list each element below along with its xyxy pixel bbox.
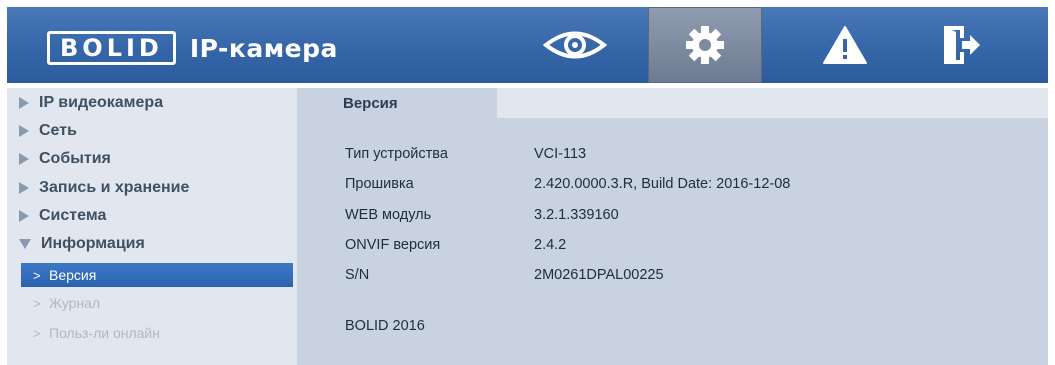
gear-icon [686, 26, 724, 64]
expand-arrow-icon [19, 125, 29, 137]
sidebar-subitem-label: Журнал [49, 295, 101, 311]
info-label: Тип устройства [345, 146, 448, 162]
sidebar: IP видеокамера Сеть События Запись и хра… [7, 88, 297, 365]
app-title: IP-камера [189, 33, 338, 63]
tab-version[interactable]: Версия [297, 88, 497, 118]
chevron-right-icon: > [33, 325, 41, 341]
tab-bar: Версия [297, 88, 1048, 118]
eye-icon [543, 31, 607, 59]
sidebar-subitem-log[interactable]: > Журнал [21, 291, 293, 315]
info-value: 3.2.1.339160 [534, 207, 619, 223]
info-label: WEB модуль [345, 207, 432, 223]
live-view-button[interactable] [525, 7, 625, 83]
sidebar-item-info[interactable]: Информация [19, 231, 145, 257]
expand-arrow-icon [19, 182, 29, 194]
chevron-right-icon: > [33, 295, 41, 311]
expand-arrow-icon [19, 97, 29, 109]
sidebar-item-label: События [39, 150, 111, 167]
sidebar-subitem-label: Версия [49, 267, 97, 283]
info-label: ONVIF версия [345, 237, 441, 253]
footer-label: BOLID 2016 [345, 318, 425, 334]
collapse-arrow-icon [19, 239, 31, 249]
warning-icon [823, 26, 867, 64]
settings-button[interactable] [648, 7, 762, 83]
chevron-right-icon: > [33, 267, 41, 283]
sidebar-item-label: Информация [41, 235, 145, 252]
top-header: BOLID IP-камера [7, 7, 1048, 83]
info-value: VCI-113 [534, 146, 587, 162]
expand-arrow-icon [19, 210, 29, 222]
info-label: S/N [345, 267, 370, 283]
expand-arrow-icon [19, 153, 29, 165]
info-label: Прошивка [345, 176, 414, 192]
sidebar-item-network[interactable]: Сеть [19, 118, 77, 144]
sidebar-item-system[interactable]: Система [19, 203, 106, 229]
main-panel: Версия Тип устройства VCI-113 Прошивка 2… [297, 88, 1048, 365]
sidebar-subitem-version[interactable]: > Версия [21, 263, 293, 287]
sidebar-item-label: IP видеокамера [39, 94, 164, 111]
sidebar-item-ip-camera[interactable]: IP видеокамера [19, 90, 163, 116]
sidebar-subitem-online-users[interactable]: > Польз-ли онлайн [21, 321, 293, 345]
info-value: 2.420.0000.3.R, Build Date: 2016-12-08 [534, 176, 791, 192]
sidebar-item-label: Система [39, 207, 107, 224]
logout-button[interactable] [912, 7, 1012, 83]
sidebar-item-label: Запись и хранение [39, 179, 190, 196]
alarm-button[interactable] [795, 7, 895, 83]
sidebar-item-events[interactable]: События [19, 146, 111, 172]
sidebar-item-label: Сеть [39, 122, 77, 139]
sidebar-item-storage[interactable]: Запись и хранение [19, 175, 189, 201]
info-value: 2.4.2 [534, 237, 567, 253]
logo-text: BOLID [47, 31, 176, 65]
logo: BOLID IP-камера [47, 31, 338, 65]
logout-icon [944, 26, 980, 64]
info-value: 2M0261DPAL00225 [534, 267, 664, 283]
sidebar-subitem-label: Польз-ли онлайн [49, 325, 160, 341]
